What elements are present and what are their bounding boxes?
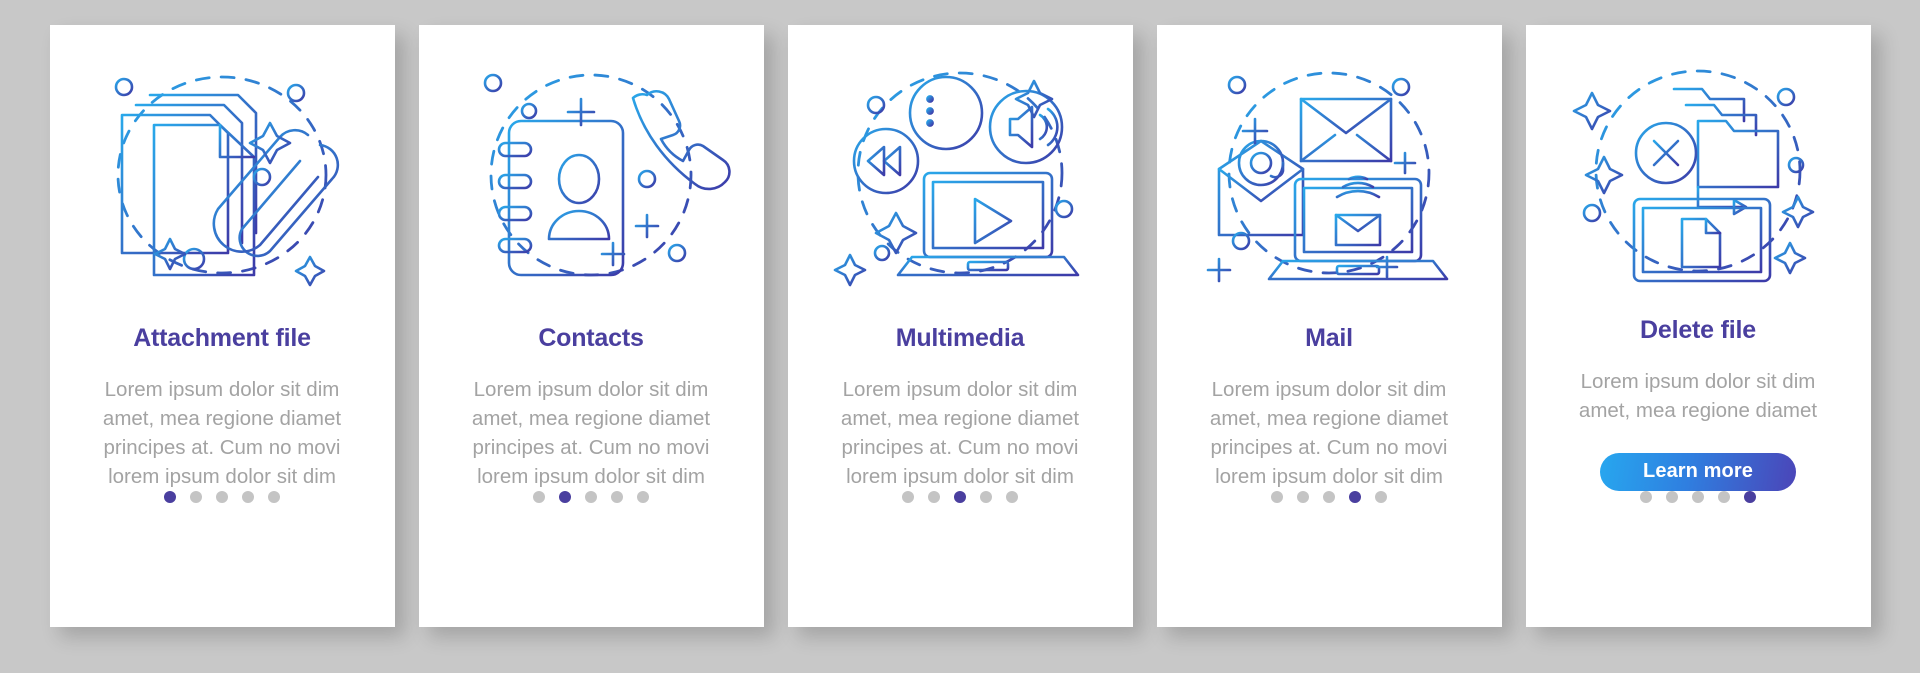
pagination-dots[interactable] — [533, 491, 649, 503]
learn-more-button[interactable]: Learn more — [1600, 452, 1796, 491]
pagination-dot[interactable] — [1692, 491, 1704, 503]
pagination-dot[interactable] — [1375, 491, 1387, 503]
pagination-dot[interactable] — [559, 491, 571, 503]
card-title: Attachment file — [133, 324, 311, 353]
pagination-dot[interactable] — [1666, 491, 1678, 503]
pagination-dot[interactable] — [1006, 491, 1018, 503]
pagination-dot[interactable] — [1744, 491, 1756, 503]
pagination-dot[interactable] — [533, 491, 545, 503]
pagination-dot[interactable] — [954, 491, 966, 503]
onboarding-screens-container: Attachment file Lorem ipsum dolor sit di… — [0, 0, 1920, 673]
pagination-dot[interactable] — [980, 491, 992, 503]
card-body-text: Lorem ipsum dolor sit dim amet, mea regi… — [840, 377, 1080, 488]
pagination-dot[interactable] — [268, 491, 280, 503]
multimedia-laptop-play-icon — [810, 53, 1110, 291]
pagination-dots[interactable] — [1640, 491, 1756, 503]
pagination-dot[interactable] — [902, 491, 914, 503]
card-title: Multimedia — [895, 324, 1025, 353]
contacts-addressbook-phone-icon — [441, 53, 741, 291]
onboarding-card-multimedia: Multimedia Lorem ipsum dolor sit dim ame… — [787, 25, 1133, 627]
pagination-dots[interactable] — [164, 491, 280, 503]
pagination-dot[interactable] — [1323, 491, 1335, 503]
card-body-text: Lorem ipsum dolor sit dim amet, mea regi… — [102, 377, 342, 488]
card-body-text: Lorem ipsum dolor sit dim amet, mea regi… — [471, 377, 711, 488]
pagination-dot[interactable] — [585, 491, 597, 503]
onboarding-card-mail: Mail Lorem ipsum dolor sit dim amet, mea… — [1156, 25, 1502, 627]
pagination-dot[interactable] — [1349, 491, 1361, 503]
pagination-dot[interactable] — [216, 491, 228, 503]
pagination-dot[interactable] — [1718, 491, 1730, 503]
onboarding-card-delete-file: Delete file Lorem ipsum dolor sit dim am… — [1525, 25, 1871, 627]
pagination-dots[interactable] — [902, 491, 1018, 503]
pagination-dot[interactable] — [928, 491, 940, 503]
card-body-text: Lorem ipsum dolor sit dim amet, mea regi… — [1209, 377, 1449, 488]
pagination-dot[interactable] — [611, 491, 623, 503]
card-title: Contacts — [538, 324, 644, 353]
pagination-dot[interactable] — [1640, 491, 1652, 503]
card-title: Delete file — [1640, 316, 1756, 344]
delete-file-folder-laptop-icon — [1548, 53, 1848, 283]
attachment-documents-paperclip-icon — [72, 53, 372, 291]
card-title: Mail — [1305, 324, 1353, 353]
onboarding-card-contacts: Contacts Lorem ipsum dolor sit dim amet,… — [418, 25, 764, 627]
pagination-dot[interactable] — [242, 491, 254, 503]
pagination-dot[interactable] — [190, 491, 202, 503]
pagination-dot[interactable] — [164, 491, 176, 503]
pagination-dot[interactable] — [1297, 491, 1309, 503]
mail-envelope-laptop-icon — [1179, 53, 1479, 291]
onboarding-card-attachment-file: Attachment file Lorem ipsum dolor sit di… — [49, 25, 395, 627]
card-body-text: Lorem ipsum dolor sit dim amet, mea regi… — [1578, 369, 1818, 422]
pagination-dot[interactable] — [637, 491, 649, 503]
pagination-dot[interactable] — [1271, 491, 1283, 503]
pagination-dots[interactable] — [1271, 491, 1387, 503]
